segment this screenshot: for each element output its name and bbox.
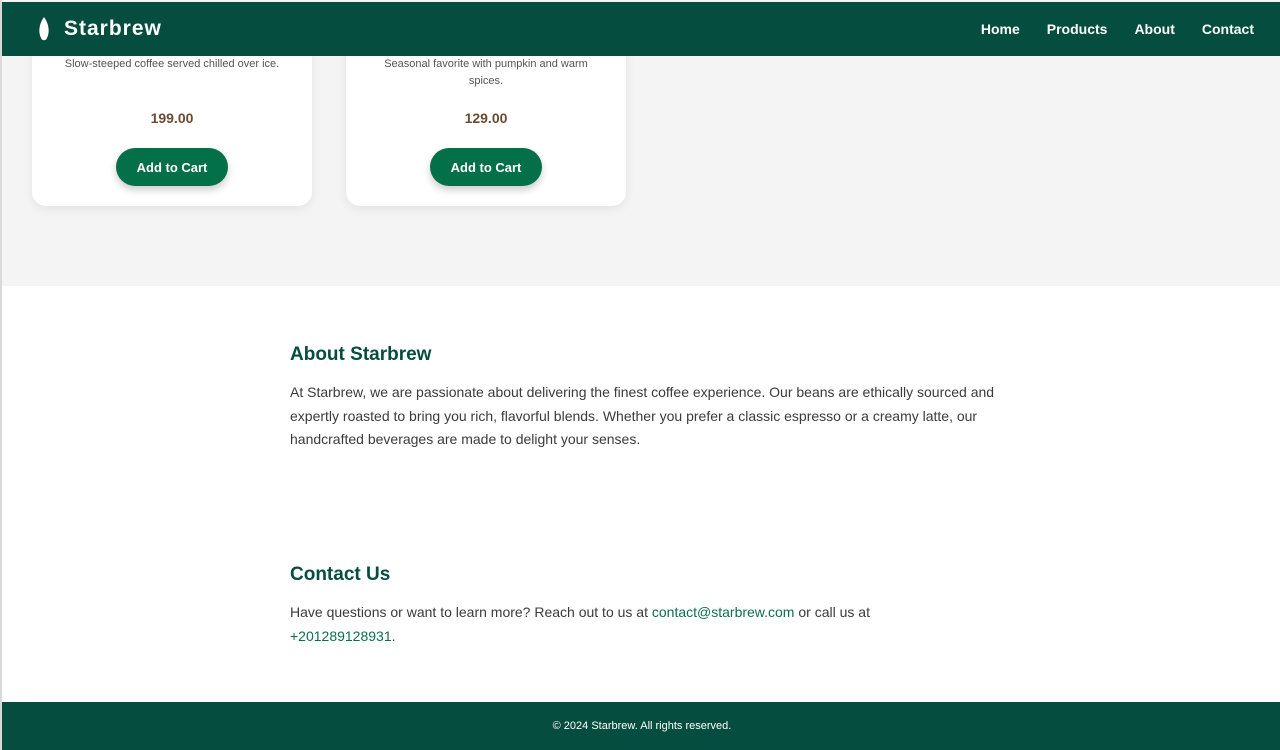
brand-name: Starbrew [64,17,162,40]
contact-text: Have questions or want to learn more? Re… [290,601,1000,648]
main-nav: Home Products About Contact [981,21,1254,37]
site-header: Starbrew Home Products About Contact [2,2,1280,56]
product-description: Seasonal favorite with pumpkin and warm … [384,58,588,87]
add-to-cart-button[interactable]: Add to Cart [430,148,542,186]
product-description: Slow-steeped coffee served chilled over … [64,58,280,70]
leaf-logo-icon [39,16,49,40]
nav-home-link[interactable]: Home [981,21,1020,37]
nav-contact-link[interactable]: Contact [1202,21,1254,37]
contact-text-end: . [391,627,396,644]
brand[interactable]: Starbrew [38,16,162,42]
contact-email-link[interactable]: contact@starbrew.com [652,604,795,620]
nav-products-link[interactable]: Products [1047,21,1108,37]
site-footer: © 2024 Starbrew. All rights reserved. [2,702,1280,750]
contact-phone-link[interactable]: +201289128931 [290,628,392,644]
about-section: About Starbrew At Starbrew, we are passi… [290,344,1000,452]
product-price: 199.00 [150,110,194,126]
contact-text-intro: Have questions or want to learn more? Re… [290,604,652,620]
nav-about-link[interactable]: About [1134,21,1174,37]
add-to-cart-button[interactable]: Add to Cart [116,148,228,186]
product-card: Seasonal favorite with pumpkin and warm … [346,30,626,206]
page: Slow-steeped coffee served chilled over … [0,0,1280,750]
about-title: About Starbrew [290,344,432,365]
contact-title: Contact Us [290,564,391,585]
product-card: Slow-steeped coffee served chilled over … [32,30,312,206]
footer-copyright: © 2024 Starbrew. All rights reserved. [552,720,732,732]
contact-text-middle: or call us at [794,604,870,620]
about-text: At Starbrew, we are passionate about del… [290,384,995,447]
contact-section: Contact Us Have questions or want to lea… [290,564,1000,648]
product-price: 129.00 [464,110,508,126]
